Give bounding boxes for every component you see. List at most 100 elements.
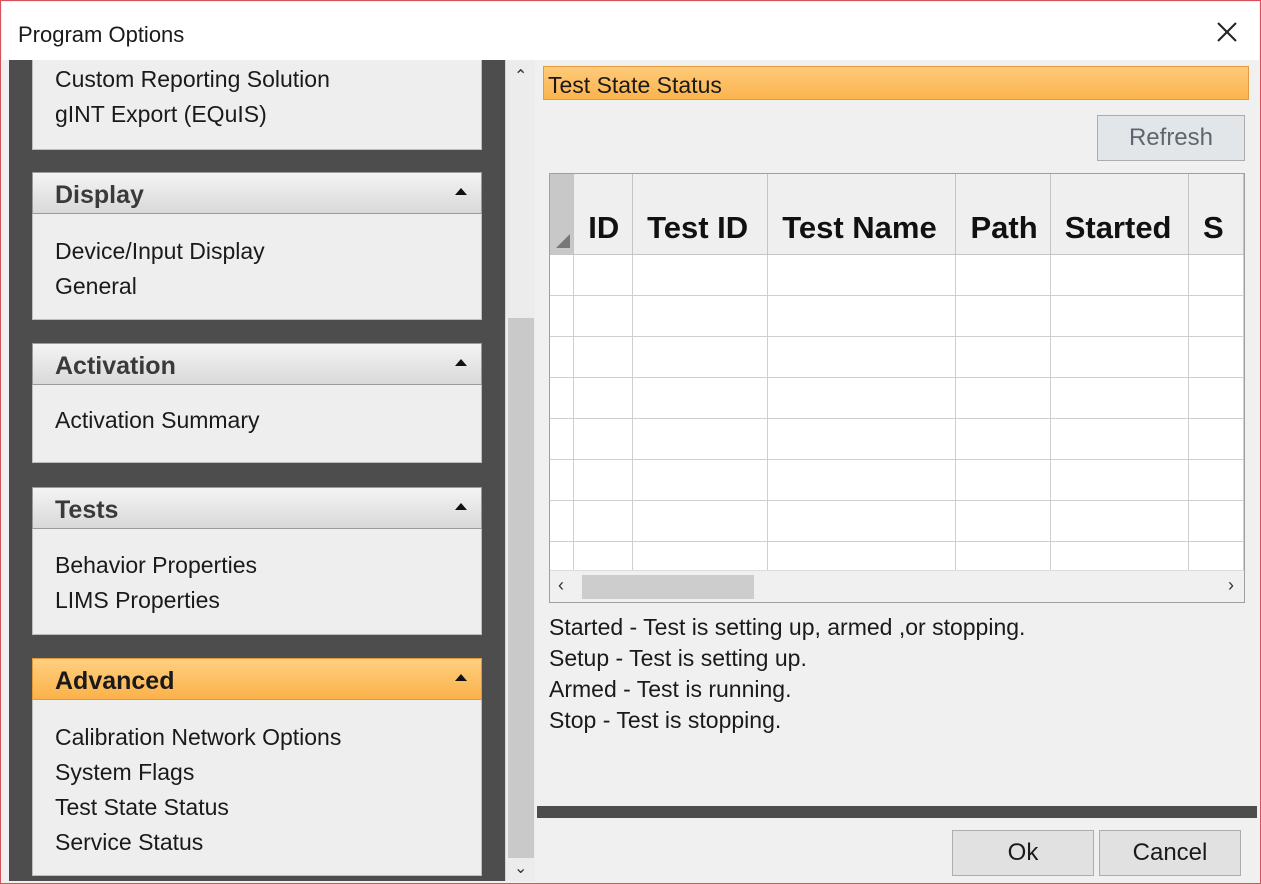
grid-horizontal-scrollbar[interactable]: ‹ ›: [550, 570, 1244, 602]
column-header-test-name[interactable]: Test Name: [767, 174, 957, 255]
select-all-corner[interactable]: [550, 174, 575, 255]
table-cell[interactable]: [573, 254, 634, 296]
table-cell[interactable]: [955, 336, 1051, 378]
table-cell[interactable]: [955, 500, 1051, 542]
row-header-cell[interactable]: [550, 459, 575, 501]
row-header-cell[interactable]: [550, 254, 575, 296]
nav-group-display-header[interactable]: Display: [32, 172, 482, 214]
nav-group-display-body: Device/Input Display General: [32, 214, 482, 320]
table-cell[interactable]: [955, 377, 1051, 419]
nav-group-advanced-body: Calibration Network Options System Flags…: [32, 700, 482, 876]
table-cell[interactable]: [632, 459, 769, 501]
table-cell[interactable]: [767, 459, 957, 501]
table-cell[interactable]: [767, 254, 957, 296]
table-cell[interactable]: [573, 336, 634, 378]
table-row[interactable]: [550, 459, 1244, 501]
nav-group-advanced-header[interactable]: Advanced: [32, 658, 482, 700]
table-cell[interactable]: [1050, 254, 1189, 296]
table-cell[interactable]: [955, 295, 1051, 337]
nav-group-display-title: Display: [55, 181, 144, 209]
row-header-cell[interactable]: [550, 418, 575, 460]
scroll-right-icon[interactable]: ›: [1228, 575, 1234, 596]
nav-item-general[interactable]: General: [55, 269, 481, 304]
table-cell[interactable]: [767, 377, 957, 419]
table-cell[interactable]: [1188, 377, 1244, 419]
table-cell[interactable]: [1050, 459, 1189, 501]
scroll-up-icon[interactable]: ⌃: [514, 66, 527, 86]
cancel-button[interactable]: Cancel: [1099, 830, 1241, 876]
nav-group-tests-header[interactable]: Tests: [32, 487, 482, 529]
table-cell[interactable]: [573, 377, 634, 419]
nav-group-activation-header[interactable]: Activation: [32, 343, 482, 385]
table-cell[interactable]: [573, 459, 634, 501]
nav-item-activation-summary[interactable]: Activation Summary: [55, 403, 481, 438]
ok-button[interactable]: Ok: [952, 830, 1094, 876]
column-header-test-id[interactable]: Test ID: [632, 174, 769, 255]
nav-group-activation-title: Activation: [55, 352, 176, 380]
nav-item-lims-properties[interactable]: LIMS Properties: [55, 583, 481, 618]
nav-item-calibration-network-options[interactable]: Calibration Network Options: [55, 720, 481, 755]
collapse-arrow-icon: [455, 188, 467, 195]
nav-group-reporting-body: Custom Reporting Solution gINT Export (E…: [32, 60, 482, 150]
row-header-cell[interactable]: [550, 500, 575, 542]
nav-item-behavior-properties[interactable]: Behavior Properties: [55, 548, 481, 583]
column-header-path[interactable]: Path: [955, 174, 1051, 255]
table-row[interactable]: [550, 418, 1244, 460]
table-cell[interactable]: [1188, 295, 1244, 337]
table-cell[interactable]: [632, 500, 769, 542]
column-header-s[interactable]: S: [1188, 174, 1244, 255]
row-header-cell[interactable]: [550, 336, 575, 378]
table-cell[interactable]: [632, 254, 769, 296]
column-header-started[interactable]: Started: [1050, 174, 1189, 255]
table-cell[interactable]: [1188, 459, 1244, 501]
navigation-scrollbar-thumb[interactable]: [508, 318, 534, 858]
grid-scrollbar-thumb[interactable]: [582, 575, 754, 599]
table-cell[interactable]: [955, 418, 1051, 460]
table-cell[interactable]: [1188, 500, 1244, 542]
table-cell[interactable]: [1050, 418, 1189, 460]
nav-item-gint-export[interactable]: gINT Export (EQuIS): [55, 97, 481, 132]
table-row[interactable]: [550, 254, 1244, 296]
nav-item-service-status[interactable]: Service Status: [55, 825, 481, 860]
table-row[interactable]: [550, 500, 1244, 542]
table-row[interactable]: [550, 336, 1244, 378]
footer-divider: [537, 806, 1257, 818]
refresh-button[interactable]: Refresh: [1097, 115, 1245, 161]
table-cell[interactable]: [767, 336, 957, 378]
nav-group-tests: Tests Behavior Properties LIMS Propertie…: [32, 487, 482, 635]
table-cell[interactable]: [632, 295, 769, 337]
close-button[interactable]: [1205, 10, 1249, 54]
test-state-grid[interactable]: ID Test ID Test Name Path Started S ‹ ›: [549, 173, 1245, 603]
table-cell[interactable]: [955, 254, 1051, 296]
table-cell[interactable]: [573, 418, 634, 460]
collapse-arrow-icon: [455, 503, 467, 510]
row-header-cell[interactable]: [550, 295, 575, 337]
table-cell[interactable]: [632, 377, 769, 419]
nav-item-device-input-display[interactable]: Device/Input Display: [55, 234, 481, 269]
table-cell[interactable]: [1050, 336, 1189, 378]
table-cell[interactable]: [1050, 377, 1189, 419]
table-cell[interactable]: [1188, 336, 1244, 378]
table-cell[interactable]: [955, 459, 1051, 501]
scroll-left-icon[interactable]: ‹: [558, 575, 564, 596]
table-cell[interactable]: [767, 418, 957, 460]
table-cell[interactable]: [573, 500, 634, 542]
navigation-scrollbar[interactable]: ⌃ ⌄: [505, 60, 535, 881]
table-row[interactable]: [550, 377, 1244, 419]
nav-item-system-flags[interactable]: System Flags: [55, 755, 481, 790]
nav-item-custom-reporting-solution[interactable]: Custom Reporting Solution: [55, 62, 481, 97]
row-header-cell[interactable]: [550, 377, 575, 419]
table-cell[interactable]: [632, 336, 769, 378]
scroll-down-icon[interactable]: ⌄: [514, 858, 527, 878]
nav-item-test-state-status[interactable]: Test State Status: [55, 790, 481, 825]
column-header-id[interactable]: ID: [573, 174, 634, 255]
table-row[interactable]: [550, 295, 1244, 337]
table-cell[interactable]: [1188, 418, 1244, 460]
table-cell[interactable]: [573, 295, 634, 337]
table-cell[interactable]: [767, 295, 957, 337]
table-cell[interactable]: [1050, 295, 1189, 337]
table-cell[interactable]: [632, 418, 769, 460]
table-cell[interactable]: [767, 500, 957, 542]
table-cell[interactable]: [1188, 254, 1244, 296]
table-cell[interactable]: [1050, 500, 1189, 542]
